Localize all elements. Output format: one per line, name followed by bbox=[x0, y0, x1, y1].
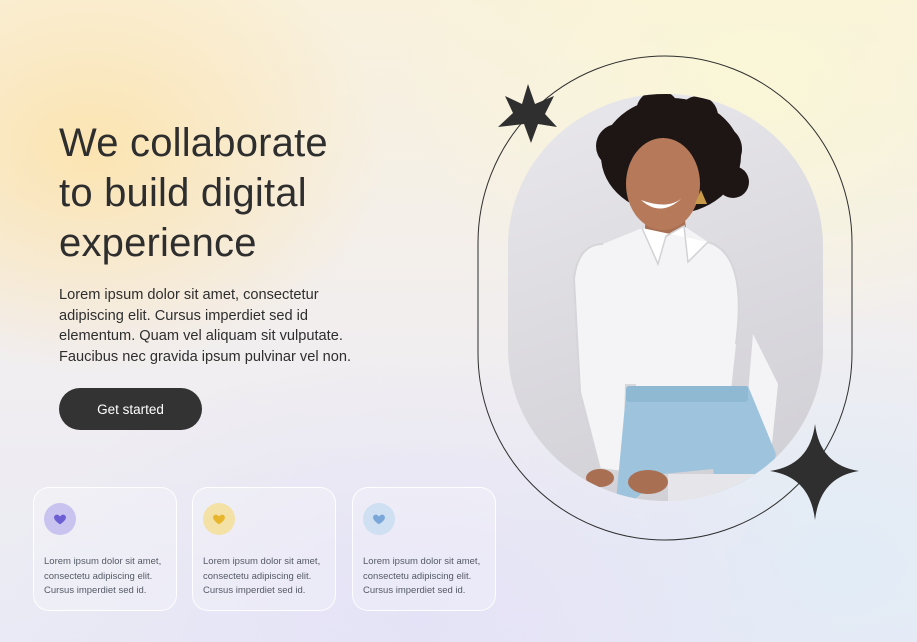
get-started-button[interactable]: Get started bbox=[59, 388, 202, 430]
hero-description: Lorem ipsum dolor sit amet, consectetur … bbox=[59, 287, 352, 365]
card-text-2: Lorem ipsum dolor sit amet, consectetu a… bbox=[203, 556, 321, 596]
card-badge-3 bbox=[363, 503, 395, 535]
heart-icon bbox=[213, 514, 225, 525]
feature-card-1: Lorem ipsum dolor sit amet, consectetu a… bbox=[33, 487, 177, 611]
portrait-illustration bbox=[572, 94, 778, 501]
portrait-photo bbox=[508, 94, 823, 501]
sparkle-star-icon bbox=[498, 84, 557, 143]
headline-line-1: We collaborate bbox=[59, 121, 328, 165]
headline-line-2: to build digital bbox=[59, 171, 307, 215]
heart-icon bbox=[373, 514, 385, 525]
card-text-3: Lorem ipsum dolor sit amet, consectetu a… bbox=[363, 556, 481, 596]
card-badge-1 bbox=[44, 503, 76, 535]
hero-headline: We collaborate to build digital experien… bbox=[59, 118, 439, 268]
feature-card-3: Lorem ipsum dolor sit amet, consectetu a… bbox=[352, 487, 496, 611]
heart-icon bbox=[54, 514, 66, 525]
feature-card-2: Lorem ipsum dolor sit amet, consectetu a… bbox=[192, 487, 336, 611]
headline-line-3: experience bbox=[59, 221, 257, 265]
card-badge-2 bbox=[203, 503, 235, 535]
card-text-1: Lorem ipsum dolor sit amet, consectetu a… bbox=[44, 556, 162, 596]
